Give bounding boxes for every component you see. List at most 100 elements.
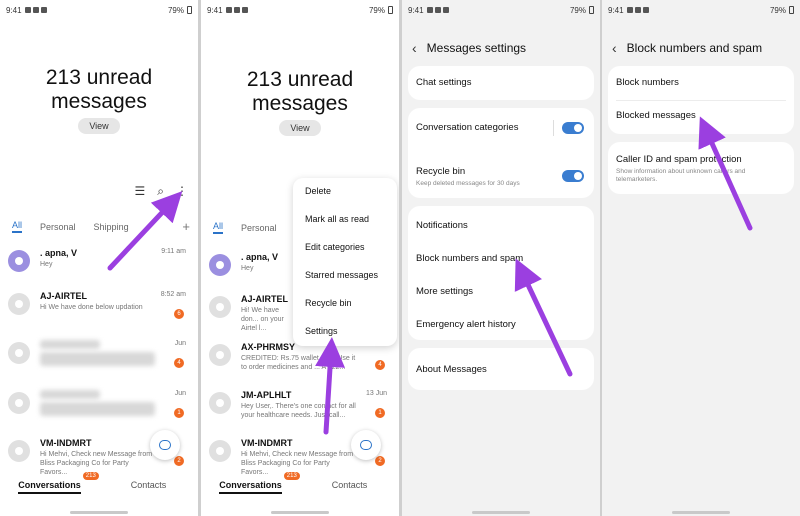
search-icon[interactable]: ⌕ — [157, 184, 164, 199]
conversation-name: VM-INDMRT — [40, 438, 92, 448]
filter-icon[interactable]: ☰ — [135, 184, 146, 199]
view-button[interactable]: View — [279, 120, 321, 136]
category-tabs: All Personal Shipping + — [12, 219, 190, 234]
menu-item-edit-categories[interactable]: Edit categories — [305, 242, 365, 252]
compose-button[interactable] — [351, 430, 381, 460]
conversation-snippet-blurred — [40, 402, 155, 416]
block-numbers-item[interactable]: Block numbers — [616, 77, 786, 88]
avatar — [209, 344, 231, 366]
menu-item-delete[interactable]: Delete — [305, 186, 331, 196]
conversation-snippet: Hey — [40, 261, 53, 268]
nav-conversations[interactable]: Conversations 213 — [0, 472, 99, 500]
home-indicator — [672, 511, 730, 514]
conversation-categories-toggle[interactable] — [562, 122, 584, 134]
status-time: 9:41 — [6, 5, 22, 15]
avatar — [209, 440, 231, 462]
chat-settings-item[interactable]: Chat settings — [416, 77, 586, 88]
chat-bubble-icon — [360, 440, 372, 450]
status-bar: 9:41 79% — [0, 0, 198, 20]
conversation-snippet-blurred — [40, 352, 155, 366]
unread-count-title: 213 unread messages — [45, 66, 153, 113]
view-button[interactable]: View — [78, 118, 120, 134]
compose-button[interactable] — [150, 430, 180, 460]
notification-icons — [426, 7, 449, 13]
conversation-row[interactable]: AJ-AIRTEL Hi We have done below updation… — [0, 287, 198, 335]
notifications-item[interactable]: Notifications — [416, 220, 586, 231]
status-bar: 9:41 79% — [602, 0, 800, 20]
tab-all[interactable]: All — [12, 220, 23, 233]
avatar — [8, 392, 30, 414]
recycle-bin-item[interactable]: Recycle bin Keep deleted messages for 30… — [416, 166, 586, 188]
conversation-row[interactable]: . apna, V Hey 9:11 am — [0, 244, 198, 292]
notification-icons — [24, 7, 47, 13]
chat-bubble-icon — [159, 440, 171, 450]
settings-card: Chat settings — [408, 66, 594, 100]
emergency-alert-item[interactable]: Emergency alert history — [416, 319, 586, 330]
conversations-count-badge: 213 — [82, 472, 99, 480]
messages-screen-2: 9:41 79% 213 unread messages View All Pe… — [201, 0, 399, 516]
conversation-name: . apna, V — [40, 248, 78, 258]
block-numbers-spam-item[interactable]: Block numbers and spam — [416, 253, 586, 264]
more-options-icon[interactable]: ⋮ — [176, 184, 188, 199]
menu-item-recycle-bin[interactable]: Recycle bin — [305, 298, 352, 308]
avatar — [8, 342, 30, 364]
notification-icons — [626, 7, 649, 13]
unread-badge: 1 — [375, 408, 385, 418]
status-bar: 9:41 79% — [402, 0, 600, 20]
conversation-snippet: CREDITED: Rs.75 wallet ...ay. Use it to … — [241, 355, 356, 371]
conversation-categories-item[interactable]: Conversation categories — [416, 122, 586, 133]
blocked-messages-item[interactable]: Blocked messages — [616, 110, 786, 121]
conversation-name: AJ-AIRTEL — [241, 294, 288, 304]
home-indicator — [70, 511, 128, 514]
menu-item-settings[interactable]: Settings — [305, 326, 338, 336]
conversation-name: AX-PHRMSY — [241, 342, 296, 352]
tab-personal[interactable]: Personal — [241, 223, 277, 233]
conversation-name: AJ-AIRTEL — [40, 291, 87, 301]
notification-icons — [225, 7, 248, 13]
more-settings-item[interactable]: More settings — [416, 286, 586, 297]
messages-screen-1: 9:41 79% 213 unread messages View ☰ ⌕ ⋮ … — [0, 0, 198, 516]
conversation-row[interactable]: JM-APLHLT Hey User,. There's one contact… — [201, 386, 399, 434]
conversation-time: Jun — [174, 340, 186, 347]
unread-badge: 2 — [174, 456, 184, 466]
overflow-menu: Delete Mark all as read Edit categories … — [293, 178, 397, 346]
menu-item-mark-all-read[interactable]: Mark all as read — [305, 214, 369, 224]
caller-id-spam-item[interactable]: Caller ID and spam protection Show infor… — [616, 154, 786, 184]
back-arrow-icon[interactable]: ‹ — [612, 40, 617, 56]
about-messages-item[interactable]: About Messages — [416, 364, 586, 375]
conversation-name: JM-APLHLT — [241, 390, 292, 400]
status-bar: 9:41 79% — [201, 0, 399, 20]
conversation-row[interactable]: Jun 1 — [0, 386, 198, 434]
messages-settings-screen: 9:41 79% ‹ Messages settings Chat settin… — [402, 0, 600, 516]
conversation-row[interactable]: Jun 4 — [0, 336, 198, 384]
unread-badge: 6 — [174, 309, 184, 319]
back-arrow-icon[interactable]: ‹ — [412, 40, 417, 56]
battery-icon — [388, 6, 393, 14]
battery-level: 79% — [167, 5, 184, 15]
tab-shipping[interactable]: Shipping — [94, 222, 129, 232]
recycle-bin-toggle[interactable] — [562, 170, 584, 182]
avatar — [209, 254, 231, 276]
conversation-time: 13 Jun — [365, 390, 387, 397]
avatar — [8, 250, 30, 272]
conversation-name: VM-INDMRT — [241, 438, 293, 448]
nav-contacts[interactable]: Contacts — [99, 480, 198, 500]
screenshot-collage: 9:41 79% 213 unread messages View ☰ ⌕ ⋮ … — [0, 0, 800, 516]
page-title: Block numbers and spam — [626, 41, 763, 55]
battery-icon — [589, 6, 594, 14]
bottom-navigation: Conversations 213 Contacts — [0, 472, 198, 500]
status-time: 9:41 — [207, 5, 223, 15]
conversation-name-blurred — [40, 390, 100, 399]
nav-conversations[interactable]: Conversations 213 — [201, 472, 300, 500]
tab-personal[interactable]: Personal — [40, 222, 76, 232]
tab-all[interactable]: All — [213, 221, 224, 234]
battery-icon — [789, 6, 794, 14]
block-numbers-screen: 9:41 79% ‹ Block numbers and spam Block … — [602, 0, 800, 516]
nav-contacts[interactable]: Contacts — [300, 480, 399, 500]
conversation-snippet: Hi We have done below updation — [40, 304, 143, 311]
status-time: 9:41 — [608, 5, 624, 15]
add-category-icon[interactable]: + — [182, 219, 190, 234]
conversations-count-badge: 213 — [283, 472, 300, 480]
menu-item-starred-messages[interactable]: Starred messages — [305, 270, 378, 280]
home-indicator — [271, 511, 329, 514]
